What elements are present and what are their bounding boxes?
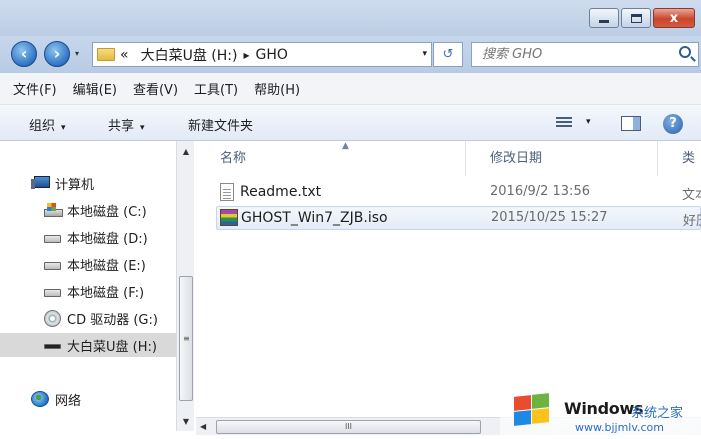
breadcrumb-drive[interactable]: 大白菜U盘 (H:) xyxy=(141,45,238,65)
menu-bar: 文件(F) 编辑(E) 查看(V) 工具(T) 帮助(H) xyxy=(0,73,701,105)
computer-icon xyxy=(31,176,50,190)
nav-computer-label: 计算机 xyxy=(55,177,95,193)
nav-network-label: 网络 xyxy=(55,393,82,409)
scroll-thumb[interactable]: ≡ xyxy=(179,276,193,401)
drive-icon xyxy=(44,261,61,270)
help-icon[interactable]: ? xyxy=(663,114,683,134)
search-icon[interactable] xyxy=(679,46,691,58)
address-overflow[interactable]: « xyxy=(120,47,129,63)
nav-drive-h[interactable]: 大白菜U盘 (H:) xyxy=(0,333,176,357)
preview-pane-icon[interactable] xyxy=(621,116,641,131)
view-options-icon[interactable] xyxy=(556,117,572,129)
file-modified: 2016/9/2 13:56 xyxy=(490,184,590,199)
refresh-icon: ↺ xyxy=(442,47,454,62)
nav-drive-label: 本地磁盘 (C:) xyxy=(67,204,147,220)
forward-button[interactable]: › xyxy=(44,41,70,67)
file-row[interactable]: GHOST_Win7_ZJB.iso 2015/10/25 15:27 好压 xyxy=(216,206,701,230)
address-row: ‹ › ▾ « 大白菜U盘 (H:) ▸ GHO ▾ ↺ xyxy=(0,36,701,73)
back-button[interactable]: ‹ xyxy=(11,41,37,67)
grip-icon: ≡ xyxy=(183,334,190,343)
file-type: 好压 xyxy=(683,214,701,229)
grip-icon: III xyxy=(344,422,353,431)
folder-icon xyxy=(97,48,115,61)
recent-pages-dropdown[interactable]: ▾ xyxy=(75,49,79,58)
file-modified: 2015/10/25 15:27 xyxy=(491,210,608,225)
nav-drive-label: 大白菜U盘 (H:) xyxy=(67,339,157,355)
minimize-button[interactable] xyxy=(589,8,619,28)
file-name: GHOST_Win7_ZJB.iso xyxy=(241,210,388,226)
sort-ascending-icon: ▲ xyxy=(342,141,349,151)
nav-network[interactable]: 网络 xyxy=(0,387,176,411)
network-icon xyxy=(31,391,49,407)
file-name: Readme.txt xyxy=(240,184,322,200)
column-name-label: 名称 xyxy=(220,151,247,166)
text-file-icon xyxy=(220,183,234,201)
minimize-icon xyxy=(599,19,609,23)
nav-drive-f[interactable]: 本地磁盘 (F:) xyxy=(0,279,176,303)
nav-drive-c[interactable]: 本地磁盘 (C:) xyxy=(0,198,176,222)
navigation-pane: 计算机 本地磁盘 (C:) 本地磁盘 (D:) 本地磁盘 (E:) 本地磁盘 (… xyxy=(0,141,176,439)
iso-file-icon xyxy=(220,209,238,226)
view-dropdown-icon[interactable]: ▾ xyxy=(586,117,591,127)
drive-icon xyxy=(44,234,61,243)
windows-logo-icon xyxy=(512,392,550,426)
nav-computer[interactable]: 计算机 xyxy=(0,171,176,195)
menu-help[interactable]: 帮助(H) xyxy=(254,79,300,98)
new-folder-button[interactable]: 新建文件夹 xyxy=(188,115,253,134)
command-bar: 组织 ▾ 共享 ▾ 新建文件夹 ▾ ? xyxy=(0,105,701,141)
menu-tools[interactable]: 工具(T) xyxy=(194,79,238,98)
file-list: 名称 ▲ 修改日期 类型 Readme.txt 2016/9/2 13:56 文… xyxy=(196,141,701,417)
usb-drive-icon xyxy=(44,344,61,349)
file-type: 文本 xyxy=(682,188,701,203)
watermark: Windows 系统之家 www.bjjmlv.com xyxy=(500,380,701,439)
nav-drive-e[interactable]: 本地磁盘 (E:) xyxy=(0,252,176,276)
menu-edit[interactable]: 编辑(E) xyxy=(73,79,117,98)
column-header-name[interactable]: 名称 ▲ xyxy=(196,141,466,176)
chevron-down-icon: ▾ xyxy=(61,123,66,133)
close-button[interactable]: x xyxy=(653,8,695,28)
column-header-modified[interactable]: 修改日期 xyxy=(466,141,658,176)
nav-drive-label: CD 驱动器 (G:) xyxy=(67,312,158,328)
chevron-down-icon: ▾ xyxy=(140,123,145,133)
back-arrow-icon: ‹ xyxy=(20,44,28,63)
close-icon: x xyxy=(669,10,679,26)
organize-label: 组织 xyxy=(29,119,56,134)
nav-drive-label: 本地磁盘 (F:) xyxy=(67,285,145,301)
share-label: 共享 xyxy=(108,119,135,134)
watermark-brand-cn: 系统之家 xyxy=(631,406,684,421)
breadcrumb-folder[interactable]: GHO xyxy=(255,47,287,63)
hscroll-thumb[interactable]: III xyxy=(216,420,481,434)
scroll-up-icon[interactable]: ▲ xyxy=(177,143,195,160)
column-modified-label: 修改日期 xyxy=(490,151,543,166)
menu-file[interactable]: 文件(F) xyxy=(13,79,57,98)
file-row[interactable]: Readme.txt 2016/9/2 13:56 文本 xyxy=(216,181,701,205)
breadcrumb-separator-icon[interactable]: ▸ xyxy=(243,48,249,62)
search-box[interactable] xyxy=(471,42,699,67)
organize-button[interactable]: 组织 ▾ xyxy=(29,115,66,134)
maximize-icon xyxy=(630,13,642,23)
scroll-down-icon[interactable]: ▼ xyxy=(177,413,195,430)
scroll-left-icon[interactable]: ◀ xyxy=(200,418,206,436)
share-button[interactable]: 共享 ▾ xyxy=(108,115,145,134)
address-dropdown-icon[interactable]: ▾ xyxy=(422,49,427,59)
forward-arrow-icon: › xyxy=(53,44,61,63)
nav-drive-label: 本地磁盘 (E:) xyxy=(67,258,146,274)
window-titlebar: x xyxy=(0,0,701,36)
nav-drive-d[interactable]: 本地磁盘 (D:) xyxy=(0,225,176,249)
maximize-button[interactable] xyxy=(621,8,651,28)
nav-scrollbar[interactable]: ▲ ≡ ▼ xyxy=(176,141,194,431)
system-drive-icon xyxy=(44,203,63,217)
nav-drive-label: 本地磁盘 (D:) xyxy=(67,231,148,247)
watermark-url: www.bjjmlv.com xyxy=(575,421,664,434)
address-bar[interactable]: « 大白菜U盘 (H:) ▸ GHO ▾ xyxy=(92,42,432,67)
refresh-button[interactable]: ↺ xyxy=(433,42,463,67)
menu-view[interactable]: 查看(V) xyxy=(133,79,178,98)
column-type-label: 类型 xyxy=(682,151,696,166)
drive-icon xyxy=(44,288,61,297)
cd-drive-icon xyxy=(44,309,61,327)
nav-drive-g[interactable]: CD 驱动器 (G:) xyxy=(0,306,176,330)
column-header-type[interactable]: 类型 xyxy=(658,141,701,176)
window-controls: x xyxy=(587,8,695,28)
search-input[interactable] xyxy=(472,43,662,66)
